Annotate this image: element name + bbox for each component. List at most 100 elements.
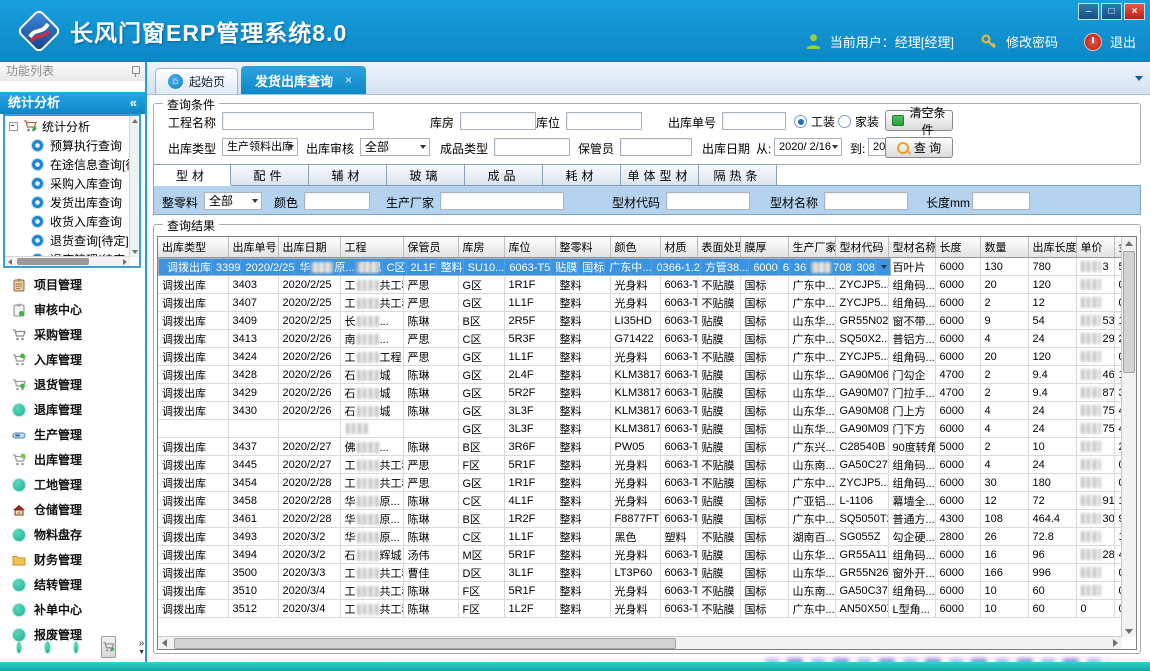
more-groups-icon[interactable]: »▼ — [138, 639, 145, 656]
table-row[interactable]: 调拨出库35102020/3/4工共工程陈琳F区5R1F整料光身料6063-T5… — [158, 582, 1137, 600]
location-input[interactable] — [566, 112, 642, 130]
tree-vertical-scrollbar[interactable] — [129, 116, 139, 257]
column-header[interactable]: 型材名称 — [888, 237, 935, 258]
logout-link[interactable]: 退出 — [1110, 32, 1136, 51]
sidebar-item-machine[interactable]: 生产管理 — [2, 422, 142, 447]
cart-group-button[interactable] — [101, 636, 116, 658]
sidebar-item-cart-in[interactable]: 入库管理 — [2, 347, 142, 372]
sidebar-item-cart-out[interactable]: 出库管理 — [2, 447, 142, 472]
table-row[interactable]: 调拨出库34452020/2/27工共工程严思F区5R1F整料光身料6063-T… — [158, 456, 1137, 474]
tree-item[interactable]: 退货查询[待定] — [5, 231, 139, 250]
tab-shipment-outbound-query[interactable]: 发货出库查询 × — [241, 66, 366, 94]
tree-item[interactable]: 发货出库查询 — [5, 193, 139, 212]
table-row[interactable]: 调拨出库34372020/2/27佛...陈琳B区3R6F整料PW056063-… — [158, 438, 1137, 456]
radio-jiazhuang[interactable]: 家装 — [838, 113, 879, 130]
table-row[interactable]: 调拨出库35122020/3/4工共工程陈琳F区1L2F整料光身料6063-T5… — [158, 600, 1137, 618]
table-row[interactable]: 调拨出库34302020/2/26石城陈琳G区3L3F整料KLM38176063… — [158, 402, 1137, 420]
profile-code-input[interactable] — [666, 192, 750, 210]
pin-icon[interactable] — [131, 66, 139, 77]
tree-item[interactable]: 收货入库查询 — [5, 212, 139, 231]
radio-gongzhuang[interactable]: 工装 — [794, 113, 835, 130]
column-header[interactable]: 型材代码 — [835, 237, 888, 258]
sidebar-item-circle[interactable]: 补单中心 — [2, 597, 142, 622]
column-header[interactable]: 库位 — [504, 237, 555, 258]
table-row[interactable]: G区3L3F整料KLM38176063-T5贴膜国标山东华...GA90M09.… — [158, 420, 1137, 438]
order-no-input[interactable] — [722, 112, 786, 130]
tab-list-dropdown-icon[interactable] — [1135, 76, 1143, 81]
column-header[interactable]: 材质 — [660, 237, 697, 258]
tree-item[interactable]: 预算执行查询 — [5, 136, 139, 155]
table-row[interactable]: 调拨出库34292020/2/26石城陈琳G区5R2F整料KLM38176063… — [158, 384, 1137, 402]
vscroll-thumb[interactable] — [1123, 251, 1135, 373]
project-name-input[interactable] — [222, 112, 374, 130]
column-header[interactable]: 出库单号 — [228, 237, 278, 258]
sidebar-section-header[interactable]: 统计分析 « — [0, 92, 145, 114]
sidebar-item-circle[interactable]: 退库管理 — [2, 397, 142, 422]
table-row[interactable]: 调拨出库34092020/2/25长...陈琳B区2R5F整料LI35HD606… — [158, 312, 1137, 330]
table-row[interactable]: 调拨出库34582020/2/28华原...陈琳C区4L1F整料光身料6063-… — [158, 492, 1137, 510]
group-dot-icon[interactable] — [44, 641, 50, 654]
material-tab-5[interactable]: 耗材 — [543, 164, 621, 186]
sidebar-item-cart-return[interactable]: 退货管理 — [2, 372, 142, 397]
table-row[interactable]: 调拨出库34542020/2/28工共工程严思G区1R1F整料光身料6063-T… — [158, 474, 1137, 492]
keeper-input[interactable] — [620, 138, 692, 156]
group-dot-icon[interactable] — [16, 641, 22, 654]
table-row[interactable]: 调拨出库34132020/2/26南...严思C区5R3F整料G71422606… — [158, 330, 1137, 348]
sidebar-item-clipboard-check[interactable]: 审核中心 — [2, 297, 142, 322]
table-vertical-scrollbar[interactable] — [1121, 237, 1136, 637]
material-tab-7[interactable]: 隔热条 — [699, 164, 777, 186]
column-header[interactable]: 工程 — [340, 237, 403, 258]
table-row[interactable]: 调拨出库34242020/2/26工工程严思G区1L1F整料光身料6063-T5… — [158, 348, 1137, 366]
material-tab-3[interactable]: 玻璃 — [387, 164, 465, 186]
sidebar-item-circle[interactable]: 结转管理 — [2, 572, 142, 597]
table-horizontal-scrollbar[interactable] — [158, 636, 1122, 649]
tree-expander-icon[interactable] — [9, 122, 18, 131]
sidebar-item-circle[interactable]: 物料盘存 — [2, 522, 142, 547]
clear-conditions-button[interactable]: 清空条件 — [885, 110, 953, 131]
collapse-icon[interactable]: « — [130, 92, 137, 114]
column-header[interactable]: 颜色 — [610, 237, 660, 258]
table-row[interactable]: 调拨出库34932020/3/2华原...陈琳C区1L1F整料黑色塑料不贴膜国标… — [158, 528, 1137, 546]
tab-close-icon[interactable]: × — [345, 73, 352, 87]
sidebar-item-folder[interactable]: 财务管理 — [2, 547, 142, 572]
tree-item[interactable]: 采购入库查询 — [5, 174, 139, 193]
sidebar-item-circle[interactable]: 工地管理 — [2, 472, 142, 497]
profile-name-input[interactable] — [824, 192, 908, 210]
warehouse-input[interactable] — [460, 112, 536, 130]
close-button[interactable]: × — [1124, 3, 1145, 20]
column-header[interactable]: 表面处理 — [697, 237, 740, 258]
table-row[interactable]: 调拨出库34942020/3/2石辉城汤伟M区5R1F整料光身料6063-T5贴… — [158, 546, 1137, 564]
table-row[interactable]: 调拨出库33992020/2/25华原...严思C区2L1F整料SU10...6… — [158, 258, 891, 276]
hscroll-thumb[interactable] — [174, 638, 676, 649]
product-type-input[interactable] — [494, 138, 570, 156]
tree-horizontal-scrollbar[interactable] — [5, 256, 130, 266]
minimize-button[interactable]: – — [1078, 3, 1099, 20]
column-header[interactable]: 整零料 — [555, 237, 610, 258]
search-button[interactable]: 查 询 — [885, 137, 953, 158]
sidebar-item-cart[interactable]: 采购管理 — [2, 322, 142, 347]
table-row[interactable]: 调拨出库34282020/2/26石城陈琳G区2L4F整料KLM38176063… — [158, 366, 1137, 384]
column-header[interactable]: 保管员 — [403, 237, 458, 258]
column-header[interactable]: 生产厂家 — [788, 237, 835, 258]
table-row[interactable]: 调拨出库35002020/3/3工共工程曹佳D区3L1F整料LT3P606063… — [158, 564, 1137, 582]
table-row[interactable]: 调拨出库34032020/2/25工共工程严思G区1R1F整料光身料6063-T… — [158, 276, 1137, 294]
audit-select[interactable]: 全部 — [360, 138, 430, 156]
column-header[interactable]: 数量 — [980, 237, 1028, 258]
color-input[interactable] — [304, 192, 370, 210]
column-header[interactable]: 膜厚 — [740, 237, 788, 258]
material-tab-0[interactable]: 型材 — [153, 164, 231, 186]
column-header[interactable]: 单价 — [1076, 237, 1114, 258]
material-tab-6[interactable]: 单体型材 — [621, 164, 699, 186]
tree-root-node[interactable]: 统计分析 — [5, 116, 139, 136]
part-type-select[interactable]: 全部 — [204, 192, 262, 210]
group-dot-icon[interactable] — [73, 641, 79, 654]
sidebar-item-warehouse[interactable]: 仓储管理 — [2, 497, 142, 522]
date-from-select[interactable]: 2020/ 2/16 — [774, 138, 842, 156]
length-input[interactable] — [972, 192, 1030, 210]
column-header[interactable]: 出库日期 — [278, 237, 340, 258]
table-row[interactable]: 调拨出库34612020/2/28华原...陈琳B区1R2F整料F8877FT6… — [158, 510, 1137, 528]
maximize-button[interactable]: □ — [1101, 3, 1122, 20]
change-password-link[interactable]: 修改密码 — [1006, 32, 1058, 51]
column-header[interactable]: 库房 — [458, 237, 504, 258]
out-type-select[interactable]: 生产领料出库 — [222, 138, 298, 156]
